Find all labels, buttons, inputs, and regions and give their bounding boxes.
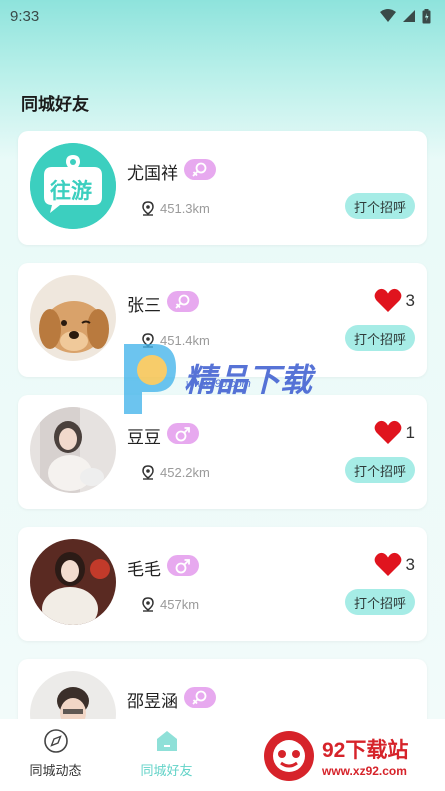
distance: 451.3km (142, 201, 210, 216)
wifi-icon (380, 9, 396, 22)
woman-photo-icon (30, 539, 116, 625)
girl-photo-icon (30, 407, 116, 493)
heart-icon (374, 420, 401, 444)
likes-count: 3 (405, 554, 415, 574)
distance: 457km (142, 597, 199, 612)
brand-text: 92下载站 www.xz92.com (322, 734, 408, 778)
watermark-logo-icon (124, 344, 176, 414)
friend-name: 毛毛 (127, 560, 161, 579)
location-icon (142, 201, 154, 216)
status-bar: 9:33 (0, 0, 445, 32)
avatar[interactable]: 往游 (30, 143, 116, 229)
battery-icon (422, 8, 431, 23)
likes-count: 1 (405, 422, 415, 442)
brand-title: 92下载站 (322, 739, 409, 762)
friend-name: 邵昱涵 (127, 692, 178, 711)
distance-value: 457km (160, 597, 200, 612)
greet-button[interactable]: 打个招呼 (345, 193, 415, 219)
tab-city-feed[interactable]: 同城动态 (0, 719, 111, 791)
avatar[interactable] (30, 275, 116, 361)
compass-icon (43, 729, 68, 753)
heart-icon (374, 288, 401, 312)
heart-icon (374, 552, 401, 576)
home-icon (156, 731, 177, 751)
distance-value: 452.2km (160, 465, 210, 480)
likes[interactable]: 1 (374, 420, 415, 445)
location-icon (142, 465, 154, 480)
likes-count: 3 (405, 290, 415, 310)
friend-name: 豆豆 (127, 428, 161, 447)
tab-label: 同城动态 (29, 763, 82, 778)
location-icon (142, 597, 154, 612)
friend-name: 尤国祥 (127, 164, 178, 183)
greet-button[interactable]: 打个招呼 (345, 457, 415, 483)
female-icon (184, 687, 216, 708)
male-icon (167, 423, 199, 444)
female-icon (167, 291, 199, 312)
distance: 452.2km (142, 465, 210, 480)
brand-badge: 92下载站 www.xz92.com (262, 727, 440, 785)
section-title: 同城好友 (21, 95, 89, 114)
status-time: 9:33 (10, 7, 40, 25)
brand-logo-icon (264, 731, 314, 781)
avatar-logo-text: 往游 (50, 180, 92, 203)
tab-city-friends[interactable]: 同城好友 (111, 719, 222, 791)
avatar[interactable] (30, 539, 116, 625)
male-icon (167, 555, 199, 576)
avatar[interactable] (30, 407, 116, 493)
greet-button[interactable]: 打个招呼 (345, 589, 415, 615)
status-icons (380, 8, 431, 24)
tab-label: 同城好友 (140, 763, 193, 778)
female-icon (184, 159, 216, 180)
brand-url: www.xz92.com (322, 764, 407, 778)
likes[interactable]: 3 (374, 288, 415, 313)
distance-value: 451.3km (160, 201, 210, 216)
greet-button[interactable]: 打个招呼 (345, 325, 415, 351)
friend-card[interactable]: 往游 尤国祥 451.3km 打个招呼 (18, 131, 427, 245)
friend-name: 张三 (127, 296, 161, 315)
likes[interactable]: 3 (374, 552, 415, 577)
dog-photo-icon (30, 275, 116, 361)
watermark-url: www.j9p.com (186, 378, 251, 390)
watermark: 精品下载 www.j9p.com (120, 340, 312, 416)
signal-icon (403, 10, 415, 22)
friend-card[interactable]: 毛毛 3 457km 打个招呼 (18, 527, 427, 641)
